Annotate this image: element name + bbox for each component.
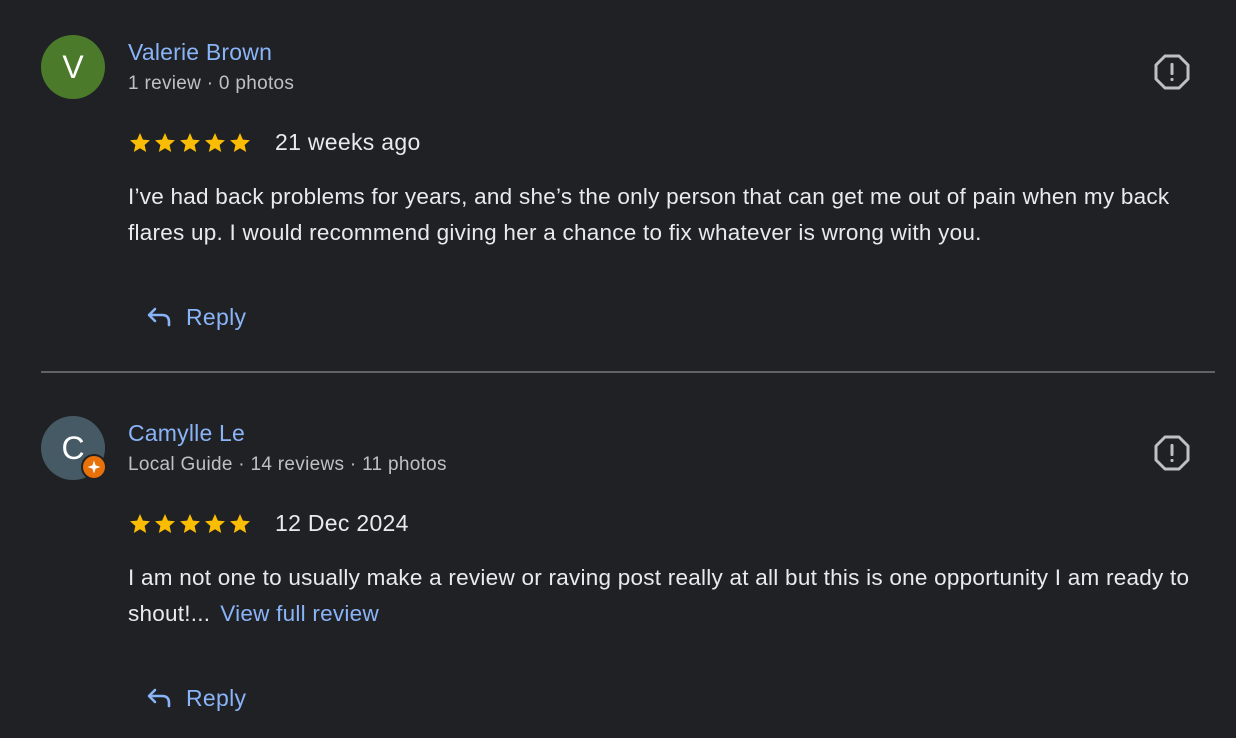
reply-label: Reply	[186, 684, 247, 711]
reviewer-name[interactable]: Camylle Le	[128, 420, 245, 447]
reviewer-meta: Local Guide · 14 reviews · 11 photos	[128, 454, 447, 475]
reply-arrow-icon	[147, 688, 171, 708]
star-icon	[155, 514, 175, 533]
review-date: 12 Dec 2024	[275, 510, 409, 536]
review-card: C Camylle Le Local Guide · 14 reviews · …	[0, 0, 1236, 738]
report-icon[interactable]	[1153, 434, 1191, 472]
star-icon	[230, 514, 250, 533]
star-icon	[205, 514, 225, 533]
reply-button[interactable]: Reply	[140, 678, 252, 718]
star-icon	[130, 514, 150, 533]
review-text: I am not one to usually make a review or…	[128, 560, 1208, 632]
star-rating	[128, 512, 252, 536]
star-icon	[180, 514, 200, 533]
local-guide-badge-icon	[81, 454, 107, 480]
view-full-review-link[interactable]: View full review	[220, 601, 379, 626]
